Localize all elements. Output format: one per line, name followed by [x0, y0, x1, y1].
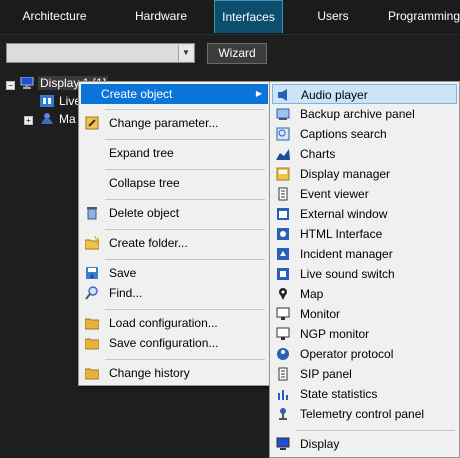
folder-open-icon — [85, 318, 99, 330]
context-menu: Create object ▶ Change parameter... Expa… — [78, 81, 271, 386]
menu-item-save-configuration[interactable]: Save configuration... — [81, 333, 268, 353]
tab-programming[interactable]: Programming — [382, 0, 460, 33]
chevron-right-icon: ▶ — [255, 89, 262, 98]
menu-separator — [105, 309, 265, 310]
incident-manager-icon — [277, 248, 289, 260]
menu-separator — [296, 430, 455, 431]
tab-interfaces[interactable]: Interfaces — [214, 0, 283, 33]
menu-item-load-configuration[interactable]: Load configuration... — [81, 313, 268, 333]
folder-save-icon — [85, 338, 99, 350]
magnifier-icon — [85, 286, 98, 300]
sound-switch-icon — [277, 268, 289, 280]
external-window-icon — [277, 208, 289, 220]
ngp-monitor-icon — [276, 327, 290, 340]
submenu-item-display[interactable]: Display — [272, 434, 457, 454]
menu-separator — [105, 229, 265, 230]
submenu-item-charts[interactable]: Charts — [272, 144, 457, 164]
recycle-bin-icon — [87, 207, 97, 220]
telemetry-joystick-icon — [279, 408, 287, 420]
chevron-down-icon[interactable]: ▼ — [178, 45, 193, 61]
menu-item-find[interactable]: Find... — [81, 283, 268, 303]
menu-item-delete-object[interactable]: Delete object — [81, 203, 268, 223]
wizard-button[interactable]: Wizard — [207, 43, 267, 64]
submenu-item-operator-protocol[interactable]: Operator protocol — [272, 344, 457, 364]
menu-item-save[interactable]: Save — [81, 263, 268, 283]
submenu-item-incident-manager[interactable]: Incident manager — [272, 244, 457, 264]
menu-separator — [105, 259, 265, 260]
expand-icon[interactable]: + — [24, 116, 33, 125]
new-folder-icon — [85, 236, 99, 250]
create-object-submenu: Audio player Backup archive panel Captio… — [269, 81, 460, 458]
submenu-item-audio-player[interactable]: Audio player — [272, 84, 457, 104]
display-icon — [276, 437, 290, 450]
operator-protocol-icon — [277, 348, 289, 360]
bar-statistics-icon — [278, 390, 288, 400]
save-icon — [86, 267, 98, 279]
menu-separator — [105, 109, 265, 110]
display-icon — [20, 77, 34, 89]
tree-node-map[interactable]: Ma — [59, 112, 76, 126]
sip-phone-icon — [278, 367, 288, 381]
menu-separator — [105, 169, 265, 170]
captions-search-icon — [276, 127, 290, 141]
object-type-combo[interactable]: ▼ — [6, 43, 195, 63]
map-pin-icon — [279, 288, 287, 300]
menu-item-collapse-tree[interactable]: Collapse tree — [81, 173, 268, 193]
submenu-item-external-window[interactable]: External window — [272, 204, 457, 224]
submenu-item-state-statistics[interactable]: State statistics — [272, 384, 457, 404]
tab-hardware[interactable]: Hardware — [109, 0, 213, 33]
collapse-icon[interactable]: − — [6, 81, 15, 90]
submenu-item-captions-search[interactable]: Captions search — [272, 124, 457, 144]
display-manager-icon — [276, 167, 290, 181]
tab-architecture[interactable]: Architecture — [0, 0, 109, 33]
menu-separator — [105, 139, 265, 140]
submenu-item-backup-archive-panel[interactable]: Backup archive panel — [272, 104, 457, 124]
speaker-icon — [278, 89, 287, 101]
event-viewer-icon — [278, 187, 288, 201]
top-tab-bar: Architecture Hardware Interfaces Users P… — [0, 0, 460, 35]
layout-icon — [40, 95, 54, 107]
submenu-item-event-viewer[interactable]: Event viewer — [272, 184, 457, 204]
folder-history-icon — [85, 368, 99, 380]
map-icon — [41, 113, 53, 124]
submenu-item-ngp-monitor[interactable]: NGP monitor — [272, 324, 457, 344]
menu-item-create-folder[interactable]: Create folder... — [81, 233, 268, 253]
chart-icon — [276, 149, 290, 160]
menu-item-change-history[interactable]: Change history — [81, 363, 268, 383]
html-icon — [277, 228, 289, 240]
menu-separator — [105, 199, 265, 200]
monitor-icon — [276, 307, 290, 320]
submenu-item-map[interactable]: Map — [272, 284, 457, 304]
menu-item-change-parameter[interactable]: Change parameter... — [81, 113, 268, 133]
pencil-edit-icon — [85, 116, 99, 130]
submenu-item-html-interface[interactable]: HTML Interface — [272, 224, 457, 244]
archive-panel-icon — [276, 108, 290, 120]
submenu-item-display-manager[interactable]: Display manager — [272, 164, 457, 184]
tab-users[interactable]: Users — [291, 0, 375, 33]
menu-item-expand-tree[interactable]: Expand tree — [81, 143, 268, 163]
submenu-item-monitor[interactable]: Monitor — [272, 304, 457, 324]
menu-separator — [105, 359, 265, 360]
submenu-item-telemetry-control-panel[interactable]: Telemetry control panel — [272, 404, 457, 424]
submenu-item-live-sound-switch[interactable]: Live sound switch — [272, 264, 457, 284]
submenu-item-sip-panel[interactable]: SIP panel — [272, 364, 457, 384]
menu-item-create-object[interactable]: Create object ▶ — [81, 84, 268, 104]
